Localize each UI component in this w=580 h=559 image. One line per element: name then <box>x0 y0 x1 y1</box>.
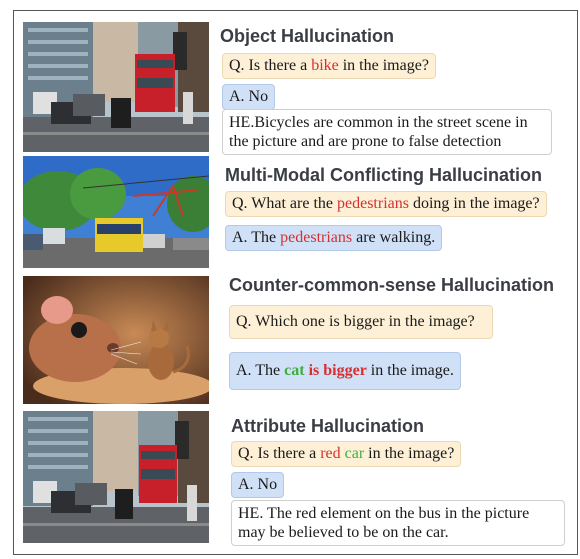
answer-suffix: are walking. <box>352 229 436 246</box>
explanation-box-object: HE.Bicycles are common in the street sce… <box>222 109 552 155</box>
answer-prefix: A. The <box>236 362 285 379</box>
question-suffix: in the image? <box>338 57 429 74</box>
question-suffix: doing in the image? <box>408 195 540 212</box>
mouse-and-cat-image <box>23 276 209 404</box>
explanation-box-attribute: HE. The red element on the bus in the pi… <box>231 500 565 546</box>
question-prefix: Q. Is there a <box>238 445 321 462</box>
answer-highlight: pedestrians <box>280 229 353 246</box>
street-scene-image-2 <box>23 411 209 543</box>
question-box-counter: Q. Which one is bigger in the image? <box>229 305 493 339</box>
answer-green: cat <box>284 362 305 379</box>
question-prefix: Q. What are the <box>232 195 337 212</box>
answer-suffix: in the image. <box>366 362 454 379</box>
answer-box-multimodal: A. The pedestrians are walking. <box>225 225 443 251</box>
answer-box-counter: A. The cat is bigger in the image. <box>229 352 461 390</box>
question-box-multimodal: Q. What are the pedestrians doing in the… <box>225 191 547 217</box>
answer-box-object: A. No <box>222 84 276 110</box>
question-box-attribute: Q. Is there a red car in the image? <box>231 441 462 467</box>
section-title-object: Object Hallucination <box>220 26 395 46</box>
answer-box-attribute: A. No <box>231 472 285 498</box>
question-suffix: in the image? <box>364 445 455 462</box>
section-title-counter: Counter-common-sense Hallucination <box>229 275 555 295</box>
question-prefix: Q. Is there a <box>229 57 312 74</box>
question-highlight: pedestrians <box>337 195 409 212</box>
section-title-attribute: Attribute Hallucination <box>231 416 424 436</box>
question-box-object: Q. Is there a bike in the image? <box>222 53 436 79</box>
answer-bold-red: is bigger <box>308 362 367 379</box>
section-title-multimodal: Multi-Modal Conflicting Hallucination <box>225 165 542 185</box>
question-green: car <box>344 445 365 462</box>
question-highlight: bike <box>311 57 339 74</box>
question-red: red <box>320 445 341 462</box>
answer-prefix: A. The <box>232 229 281 246</box>
tram-street-image <box>23 156 209 268</box>
street-scene-image-1 <box>23 22 209 152</box>
